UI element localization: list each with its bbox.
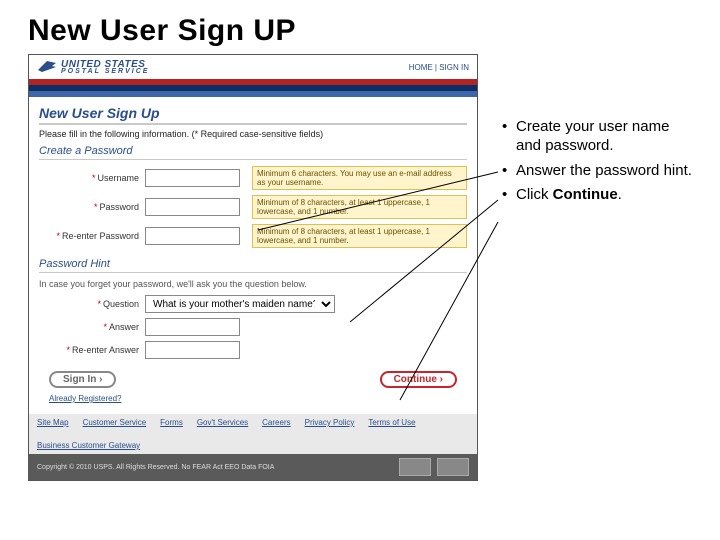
answer-input[interactable] <box>145 318 240 336</box>
usps-eagle-icon <box>37 60 57 74</box>
slide-title: New User Sign UP <box>28 14 692 48</box>
reenter-password-input[interactable] <box>145 227 240 245</box>
username-input[interactable] <box>145 169 240 187</box>
continue-button[interactable]: Continue › <box>380 371 457 388</box>
reenter-answer-label: *Re-enter Answer <box>39 345 139 355</box>
page-title: New User Sign Up <box>39 105 467 125</box>
brand-text: UNITED STATES POSTAL SERVICE <box>61 59 149 75</box>
username-label: *Username <box>39 173 139 183</box>
page-instruction: Please fill in the following information… <box>39 129 467 139</box>
password-label: *Password <box>39 202 139 212</box>
reenter-password-hint: Minimum of 8 characters, at least 1 uppe… <box>252 224 467 248</box>
footer-links[interactable]: Site MapCustomer ServiceFormsGov't Servi… <box>29 414 477 454</box>
footer-copyright: Copyright © 2010 USPS. All Rights Reserv… <box>37 464 274 471</box>
reenter-answer-input[interactable] <box>145 341 240 359</box>
password-input[interactable] <box>145 198 240 216</box>
already-registered-link[interactable]: Already Registered? <box>49 394 121 403</box>
password-hint: Minimum of 8 characters, at least 1 uppe… <box>252 195 467 219</box>
answer-label: *Answer <box>39 322 139 332</box>
sign-in-button[interactable]: Sign In › <box>49 371 116 388</box>
password-hint-heading: Password Hint <box>39 258 467 273</box>
instruction-bullets: Create your user name and password.Answe… <box>502 54 692 481</box>
hint-note: In case you forget your password, we'll … <box>39 279 467 289</box>
question-label: *Question <box>39 299 139 309</box>
create-password-heading: Create a Password <box>39 145 467 160</box>
reenter-password-label: *Re-enter Password <box>39 231 139 241</box>
screenshot: UNITED STATES POSTAL SERVICE HOME | SIGN… <box>28 54 478 481</box>
username-hint: Minimum 6 characters. You may use an e-m… <box>252 166 467 190</box>
footer-badges <box>399 458 469 476</box>
top-links[interactable]: HOME | SIGN IN <box>409 63 469 72</box>
question-select[interactable]: What is your mother's maiden name? <box>145 295 335 313</box>
